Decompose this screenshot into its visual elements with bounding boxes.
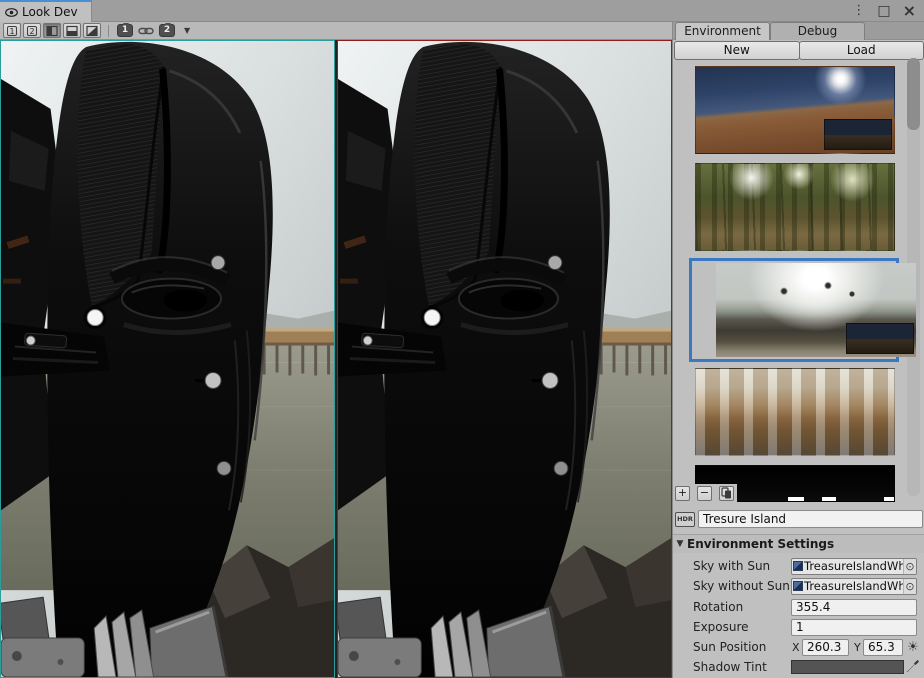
thumbnail-inset-preview — [846, 323, 914, 354]
rotation-field[interactable]: 355.4 — [791, 599, 917, 616]
sun-x-field[interactable]: 260.3 — [802, 639, 849, 656]
single2-icon: 2 — [27, 26, 37, 36]
foldout-triangle-icon[interactable]: ▼ — [673, 539, 687, 549]
hdri-thumbnail-desert[interactable] — [695, 66, 895, 154]
add-environment-button[interactable]: + — [675, 486, 690, 501]
environment-list-toolbar: + − — [673, 484, 737, 502]
close-icon[interactable]: × — [903, 0, 916, 22]
object-picker-icon[interactable]: ⊙ — [903, 579, 916, 594]
sun-y-field[interactable]: 65.3 — [863, 639, 903, 656]
exposure-row: Exposure 1 — [673, 617, 924, 637]
lookdev-view-2[interactable] — [337, 40, 672, 678]
window-controls: ⋮ □ × — [852, 0, 916, 22]
sun-icon[interactable]: ☀ — [905, 640, 921, 655]
texture-icon — [793, 561, 803, 571]
shadow-tint-label: Shadow Tint — [693, 660, 767, 674]
hdr-badge-icon: HDR — [675, 512, 695, 527]
hdr-name-row: HDR Tresure Island — [675, 509, 923, 529]
chevron-down-icon[interactable]: ▼ — [184, 26, 190, 35]
environment-settings-header[interactable]: ▼ Environment Settings — [673, 534, 924, 553]
window-title: Look Dev — [22, 5, 78, 19]
sky-without-sun-label: Sky without Sun — [693, 579, 790, 593]
hdri-thumbnail-forest[interactable] — [695, 163, 895, 251]
sky-with-sun-object-field[interactable]: TreasureIslandWh ⊙ — [791, 558, 917, 575]
split-zone-icon — [86, 25, 98, 37]
rotation-row: Rotation 355.4 — [673, 597, 924, 617]
exposure-label: Exposure — [693, 620, 749, 634]
sky-without-sun-row: Sky without Sun TreasureIslandWh ⊙ — [673, 576, 924, 596]
x-axis-label: X — [792, 641, 800, 654]
link-cameras-button[interactable] — [138, 26, 154, 36]
chain-link-icon — [138, 26, 154, 36]
lookdev-toolbar: 1 2 1 — [0, 22, 672, 40]
light-speck — [884, 497, 895, 501]
robot-head-render-2 — [338, 41, 671, 677]
tab-debug[interactable]: Debug — [770, 22, 865, 40]
split-screen-icon — [66, 25, 78, 37]
single1-icon: 1 — [7, 26, 17, 36]
exposure-field[interactable]: 1 — [791, 619, 917, 636]
shadow-tint-swatch[interactable] — [791, 660, 904, 674]
y-axis-label: Y — [854, 641, 861, 654]
maximize-icon[interactable]: □ — [877, 0, 890, 22]
lookdev-viewport — [0, 40, 672, 678]
remove-environment-button[interactable]: − — [697, 486, 712, 501]
texture-icon — [793, 581, 803, 591]
environment-panel: New Load + − — [672, 40, 924, 678]
view-mode-side-by-side-button[interactable] — [43, 23, 61, 38]
eye-icon — [5, 8, 18, 17]
camera1-button[interactable]: 1 — [117, 24, 133, 37]
tab-environment[interactable]: Environment — [675, 22, 770, 40]
lookdev-window: Look Dev ⋮ □ × 1 2 — [0, 0, 924, 678]
hdri-thumbnail-church[interactable] — [695, 368, 895, 456]
duplicate-environment-button[interactable] — [719, 486, 734, 501]
object-picker-icon[interactable]: ⊙ — [903, 559, 916, 574]
panel-tab-bar: Environment Debug — [672, 22, 924, 40]
sky-without-sun-value: TreasureIslandWh — [804, 579, 903, 593]
load-button[interactable]: Load — [799, 41, 924, 60]
view-mode-split-zone-button[interactable] — [83, 23, 101, 38]
light-speck — [788, 497, 804, 501]
lookdev-view-1[interactable] — [0, 40, 335, 678]
toolbar-separator — [108, 25, 109, 37]
kebab-menu-icon[interactable]: ⋮ — [852, 0, 865, 22]
rotation-label: Rotation — [693, 600, 743, 614]
hdri-thumbnail-selected-frame — [689, 258, 899, 362]
view-mode-single1-button[interactable]: 1 — [3, 23, 21, 38]
sun-position-row: Sun Position X 260.3 Y 65.3 ☀ — [673, 637, 924, 657]
camera2-button[interactable]: 2 — [159, 24, 175, 37]
panel-scrollbar-thumb[interactable] — [907, 58, 920, 130]
duplicate-icon — [721, 487, 732, 499]
hdri-thumbnail-treasure-island[interactable] — [716, 263, 916, 357]
sky-without-sun-object-field[interactable]: TreasureIslandWh ⊙ — [791, 578, 917, 595]
robot-head-render-1 — [1, 41, 334, 677]
settings-header-label: Environment Settings — [687, 537, 834, 551]
sky-with-sun-row: Sky with Sun TreasureIslandWh ⊙ — [673, 556, 924, 576]
eyedropper-icon[interactable] — [906, 659, 920, 673]
sky-with-sun-value: TreasureIslandWh — [804, 559, 903, 573]
view-mode-split-screen-button[interactable] — [63, 23, 81, 38]
thumbnail-inset-preview — [824, 119, 892, 150]
sky-with-sun-label: Sky with Sun — [693, 559, 770, 573]
shadow-tint-row: Shadow Tint — [673, 657, 924, 677]
side-by-side-icon — [46, 25, 58, 37]
titlebar: Look Dev ⋮ □ × — [0, 0, 924, 22]
window-tab[interactable]: Look Dev — [0, 0, 92, 22]
new-button[interactable]: New — [674, 41, 800, 60]
environment-actions: New Load — [674, 41, 924, 60]
sun-position-label: Sun Position — [693, 640, 766, 654]
view-mode-single2-button[interactable]: 2 — [23, 23, 41, 38]
light-speck — [822, 497, 836, 501]
environment-name-field[interactable]: Tresure Island — [698, 510, 923, 528]
